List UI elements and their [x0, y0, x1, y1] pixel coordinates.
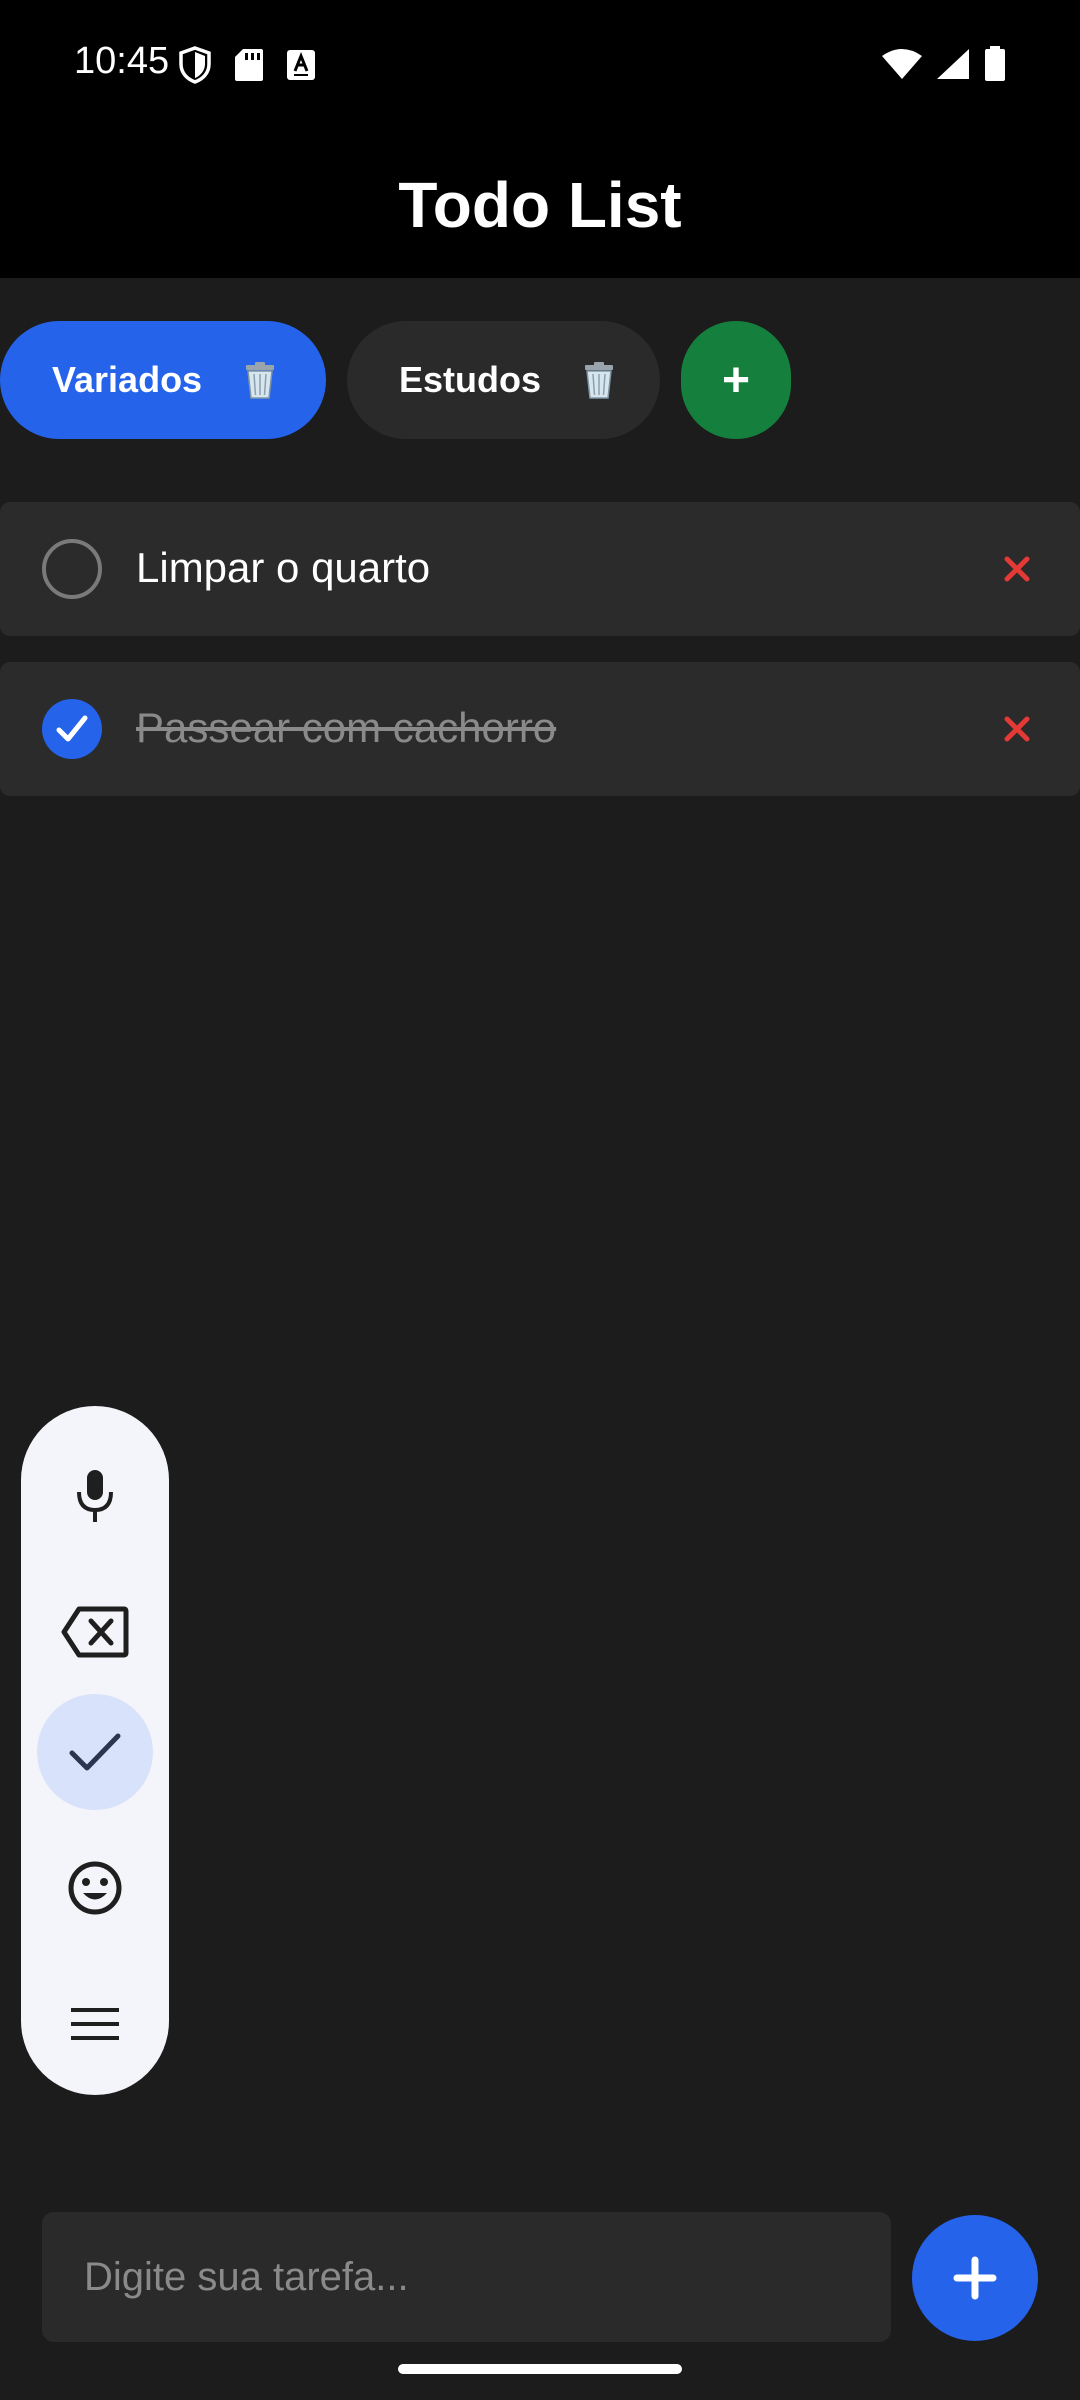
battery-icon	[984, 46, 1006, 87]
delete-task-button[interactable]	[992, 704, 1042, 754]
list-item: Passear com cachorro	[0, 662, 1080, 796]
tab-estudos[interactable]: Estudos	[347, 321, 660, 439]
check-icon	[56, 715, 88, 742]
task-label[interactable]: Passear com cachorro	[136, 704, 556, 752]
emoji-icon[interactable]	[37, 1830, 153, 1946]
signal-icon	[936, 48, 970, 85]
list-item: Limpar o quarto	[0, 502, 1080, 636]
floating-keyboard-toolbar	[21, 1406, 169, 2095]
app-screen: 10:45 Todo List Variados Estudos + Limpa…	[0, 0, 1080, 2400]
menu-icon[interactable]	[37, 1966, 153, 2082]
status-time: 10:45	[74, 40, 170, 82]
backspace-icon[interactable]	[37, 1574, 153, 1690]
sd-card-icon	[234, 48, 264, 87]
home-indicator[interactable]	[398, 2364, 682, 2374]
add-tab-button[interactable]: +	[681, 321, 791, 439]
delete-task-button[interactable]	[992, 544, 1042, 594]
task-checkbox[interactable]	[42, 539, 102, 599]
status-icons-left	[178, 46, 316, 89]
trash-icon[interactable]	[240, 360, 280, 400]
trash-icon[interactable]	[579, 360, 619, 400]
close-icon	[1004, 716, 1030, 742]
task-label[interactable]: Limpar o quarto	[136, 544, 430, 592]
task-input[interactable]	[42, 2212, 891, 2342]
app-header: 10:45 Todo List	[0, 0, 1080, 278]
wifi-icon	[882, 48, 922, 85]
status-icons-right	[882, 46, 1006, 87]
shield-icon	[178, 46, 212, 89]
add-task-button[interactable]	[912, 2215, 1038, 2341]
keyboard-a-icon	[286, 49, 316, 86]
check-icon[interactable]	[37, 1694, 153, 1810]
close-icon	[1004, 556, 1030, 582]
plus-icon	[953, 2256, 997, 2300]
tab-label: Variados	[52, 359, 203, 400]
tab-label: Estudos	[399, 359, 542, 400]
tab-variados[interactable]: Variados	[0, 321, 326, 439]
microphone-icon[interactable]	[37, 1438, 153, 1554]
task-checkbox[interactable]	[42, 699, 102, 759]
page-title: Todo List	[398, 169, 682, 241]
